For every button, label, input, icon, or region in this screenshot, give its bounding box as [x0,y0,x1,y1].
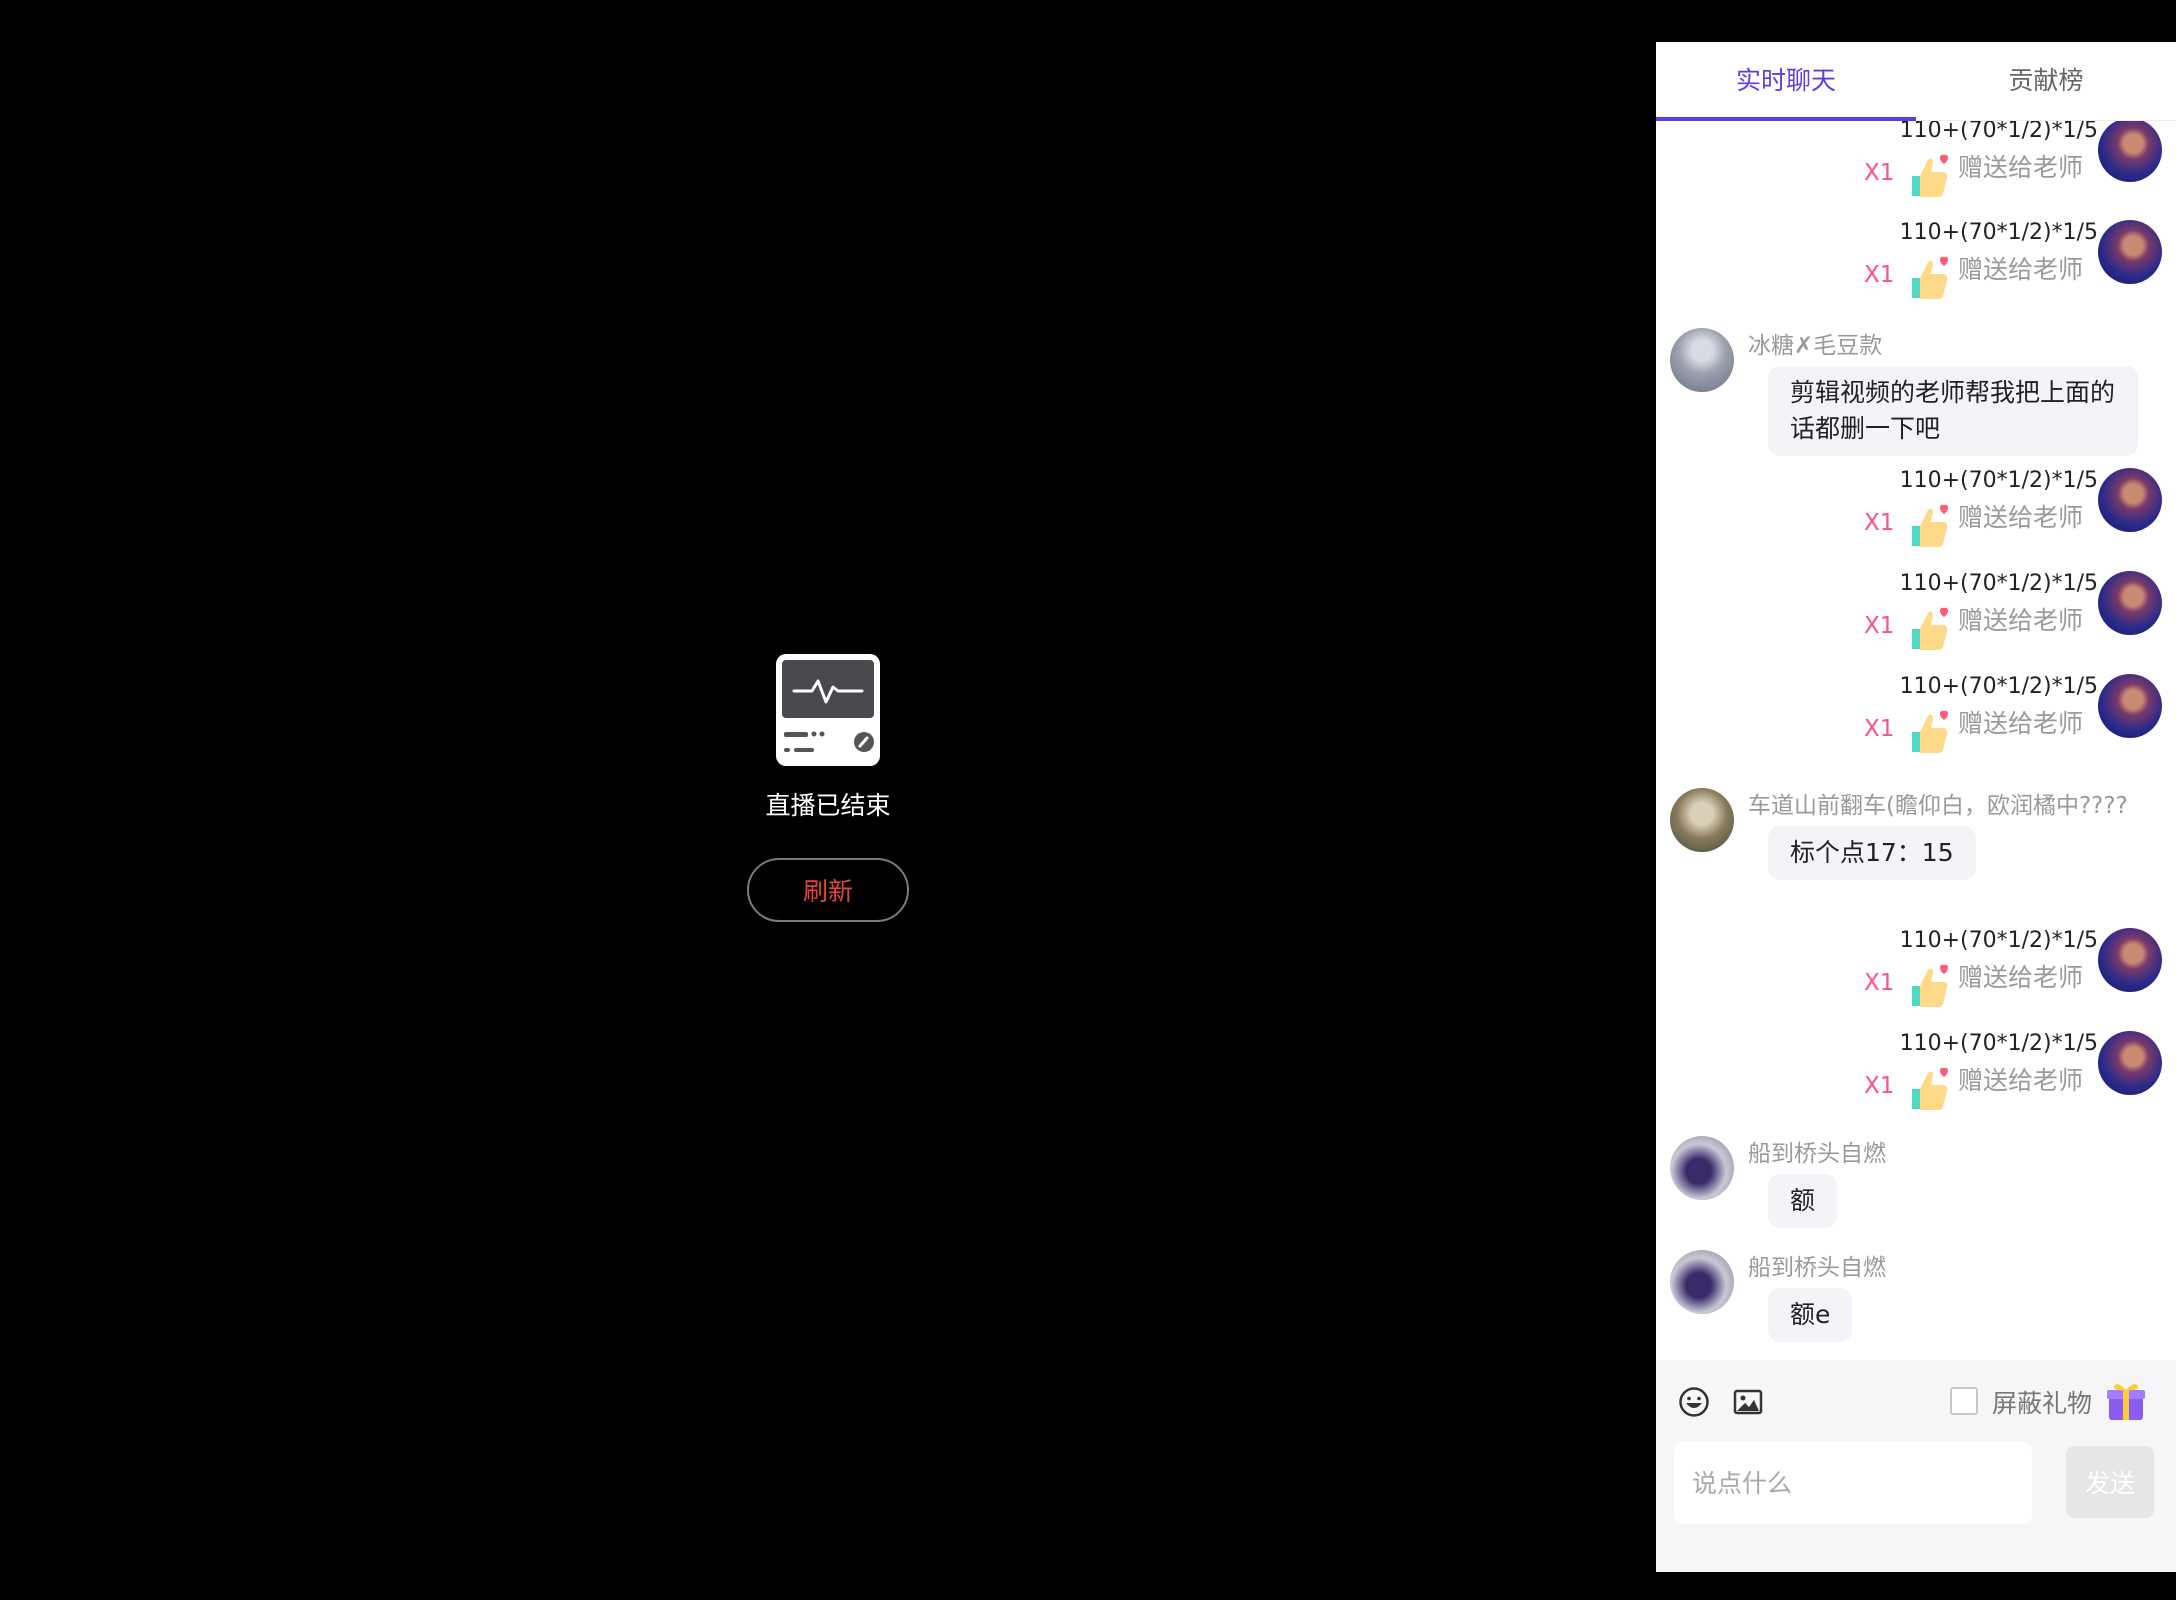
send-button[interactable]: 发送 [2066,1446,2154,1518]
gift-name: 赠送给老师 [1958,1066,2084,1095]
chat-message: 冰糖✗毛豆款剪辑视频的老师帮我把上面的话都删一下吧 [1656,326,2176,456]
gift-message: 110+(70*1/2)*1/5 X1 赠送给老师 [1656,468,2176,560]
gift-count: X1 [1864,1073,1895,1099]
gift-sender-name: 110+(70*1/2)*1/5 [1899,468,2098,493]
panel-tabs: 实时聊天 贡献榜 [1656,42,2176,121]
gift-message: 110+(70*1/2)*1/5 X1 赠送给老师 [1656,220,2176,312]
tab-live-chat[interactable]: 实时聊天 [1656,42,1916,120]
gift-message: 110+(70*1/2)*1/5 X1 赠送给老师 [1656,571,2176,663]
gift-count: X1 [1864,970,1895,996]
sender-name: 船到桥头自燃 [1748,1141,1886,1167]
gift-name: 赠送给老师 [1958,255,2084,284]
panel-top-strip [1656,0,2176,42]
chat-input-wrapper [1674,1442,2032,1524]
gift-count: X1 [1864,613,1895,639]
avatar[interactable] [2098,674,2162,738]
message-bubble: 额e [1768,1288,1853,1342]
chat-message-list[interactable]: 110+(70*1/2)*1/5 X1 赠送给老师 110+(70*1/2)*1/5 X… [1656,120,2176,1360]
thumbs-up-heart-icon [1912,504,1948,547]
active-tab-indicator [1656,117,1916,121]
chat-panel: 实时聊天 贡献榜 110+(70*1/2)*1/5 X1 赠送给老师 110+(70*… [1656,42,2176,1572]
gift-count: X1 [1864,262,1895,288]
avatar[interactable] [2098,1031,2162,1095]
thumbs-up-heart-icon [1912,710,1948,753]
image-icon[interactable] [1732,1386,1764,1418]
avatar[interactable] [2098,571,2162,635]
gift-message: 110+(70*1/2)*1/5 X1 赠送给老师 [1656,928,2176,1020]
gift-box-icon[interactable] [2106,1380,2146,1422]
tab-contribution-rank[interactable]: 贡献榜 [1916,42,2176,120]
shield-gifts-label: 屏蔽礼物 [1992,1389,2093,1418]
gift-count: X1 [1864,510,1895,536]
gift-name: 赠送给老师 [1958,606,2084,635]
avatar[interactable] [1670,1250,1734,1314]
thumbs-up-heart-icon [1912,256,1948,299]
avatar[interactable] [2098,220,2162,284]
thumbs-up-heart-icon [1912,154,1948,197]
avatar[interactable] [2098,928,2162,992]
message-bubble: 剪辑视频的老师帮我把上面的话都删一下吧 [1768,366,2138,456]
chat-composer: 屏蔽礼物 发送 [1656,1360,2176,1572]
gift-message: 110+(70*1/2)*1/5 X1 赠送给老师 [1656,1031,2176,1123]
stream-ended-panel: 直播已结束 刷新 [746,654,910,922]
sender-name: 船到桥头自燃 [1748,1255,1886,1281]
chat-message: 船到桥头自燃额e [1656,1248,2176,1358]
gift-name: 赠送给老师 [1958,503,2084,532]
gift-message: 110+(70*1/2)*1/5 X1 赠送给老师 [1656,674,2176,766]
avatar[interactable] [2098,120,2162,182]
chat-message: 车道山前翻车(瞻仰白，欧润橘中???? 标个点17：15 [1656,786,2176,896]
avatar[interactable] [1670,1136,1734,1200]
gift-name: 赠送给老师 [1958,153,2084,182]
avatar[interactable] [1670,788,1734,852]
gift-sender-name: 110+(70*1/2)*1/5 [1899,571,2098,596]
stream-ended-text: 直播已结束 [765,791,891,820]
thumbs-up-heart-icon [1912,607,1948,650]
gift-count: X1 [1864,160,1895,186]
gift-sender-name: 110+(70*1/2)*1/5 [1899,220,2098,245]
message-bubble: 标个点17：15 [1768,826,1976,880]
gift-count: X1 [1864,716,1895,742]
shield-gifts-checkbox[interactable] [1950,1387,1978,1415]
chat-input[interactable] [1674,1442,2032,1524]
gift-name: 赠送给老师 [1958,709,2084,738]
gift-message: 110+(70*1/2)*1/5 X1 赠送给老师 [1656,120,2176,210]
chat-message: 船到桥头自燃额 [1656,1134,2176,1244]
thumbs-up-heart-icon [1912,1067,1948,1110]
avatar[interactable] [1670,328,1734,392]
gift-sender-name: 110+(70*1/2)*1/5 [1899,674,2098,699]
refresh-button[interactable]: 刷新 [747,858,909,922]
thumbs-up-heart-icon [1912,964,1948,1007]
emoji-icon[interactable] [1678,1386,1710,1418]
avatar[interactable] [2098,468,2162,532]
stream-ended-monitor-icon [776,654,880,766]
gift-sender-name: 110+(70*1/2)*1/5 [1899,1031,2098,1056]
panel-bottom-strip [1656,1572,2176,1600]
gift-name: 赠送给老师 [1958,963,2084,992]
message-bubble: 额 [1768,1174,1838,1228]
gift-sender-name: 110+(70*1/2)*1/5 [1899,928,2098,953]
gift-sender-name: 110+(70*1/2)*1/5 [1899,120,2098,143]
video-player: 直播已结束 刷新 [0,0,1656,1600]
sender-name: 冰糖✗毛豆款 [1748,333,1883,359]
sender-name: 车道山前翻车(瞻仰白，欧润橘中???? [1748,793,2128,819]
